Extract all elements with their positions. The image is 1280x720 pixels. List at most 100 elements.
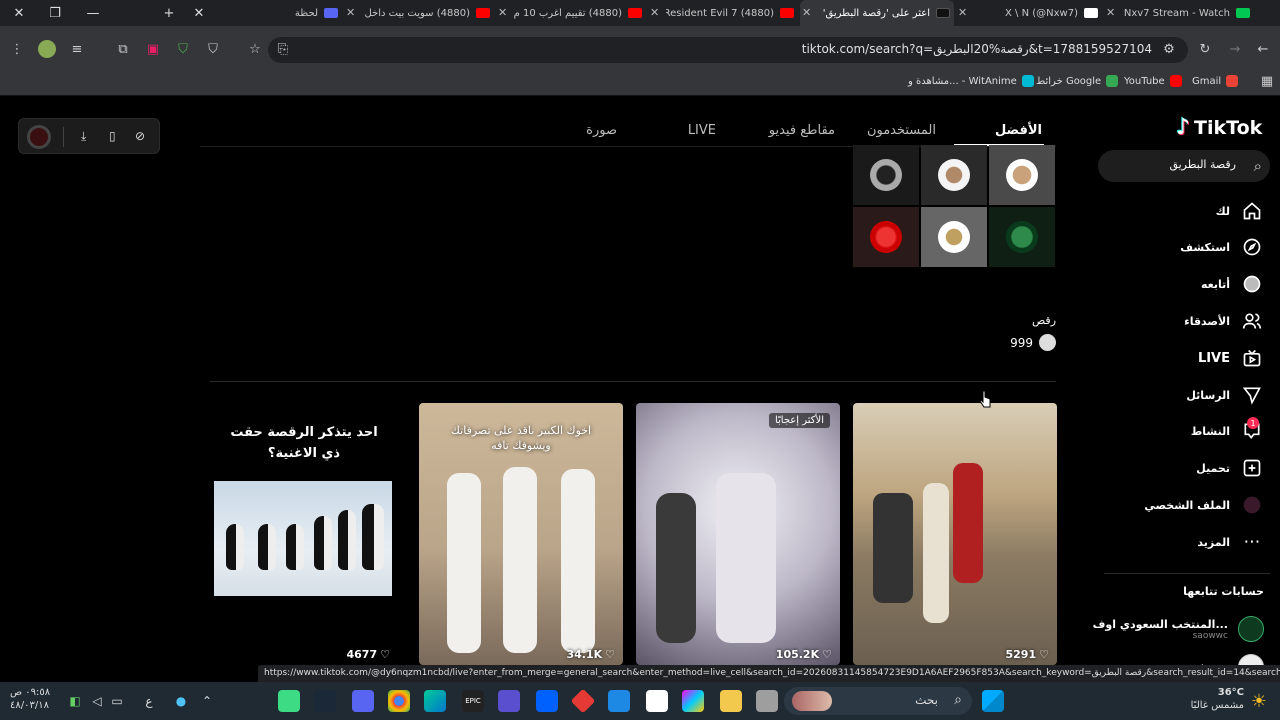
- reload-icon[interactable]: ↻: [1196, 40, 1214, 58]
- edge-icon[interactable]: [424, 690, 446, 712]
- address-url[interactable]: tiktok.com/search?q=رقصة%20البطريق&t=178…: [802, 42, 1152, 56]
- network-icon[interactable]: ▭: [106, 690, 128, 712]
- user-avatar-grid[interactable]: [853, 145, 1055, 267]
- bookmark-witanime[interactable]: مشاهدة و... - WitAnime: [908, 75, 1034, 87]
- following-account[interactable]: المنتخب السعودي اوف... saowwc: [1093, 611, 1264, 647]
- app-icon[interactable]: [608, 690, 630, 712]
- tab-close-icon[interactable]: ✕: [958, 6, 967, 19]
- tab-videos[interactable]: مقاطع فيديو: [769, 123, 835, 138]
- security-extension-icon[interactable]: ⛉: [204, 40, 222, 58]
- restore-window-button[interactable]: ❐: [36, 0, 74, 26]
- text-post-card[interactable]: احد يتذكر الرقصة حقت ذي الاغنية؟ 4677 ♡: [210, 403, 398, 665]
- video-card[interactable]: 5291 ♡: [853, 403, 1057, 665]
- video-card[interactable]: اخوك الكبير ناقد على تصرفاتك ويشوفك تافه…: [419, 403, 623, 665]
- tab-search-icon[interactable]: ≡: [68, 40, 86, 58]
- tab-youtube-top10[interactable]: ✕ (4880) تقييم أغرب 10 م: [496, 0, 646, 26]
- tiktok-logo[interactable]: ♪ TikTok: [1176, 115, 1262, 140]
- bookmark-google-maps[interactable]: خرائط Google: [1036, 75, 1119, 87]
- video-thumbnail: [853, 403, 1057, 665]
- tab-youtube-re7[interactable]: ✕ (4880) Resident Evil 7: [648, 0, 798, 26]
- minimize-window-button[interactable]: —: [74, 0, 112, 26]
- user-result-name[interactable]: رقص: [1032, 314, 1056, 327]
- bookmark-youtube[interactable]: YouTube: [1124, 75, 1182, 87]
- nav-label: لك: [1215, 204, 1230, 218]
- video-thumbnail: [636, 403, 840, 665]
- search-input[interactable]: [1116, 158, 1236, 171]
- profile-avatar[interactable]: [38, 40, 56, 58]
- bookmark-star-icon[interactable]: ☆: [246, 40, 264, 58]
- store-icon[interactable]: [646, 690, 668, 712]
- weather-widget[interactable]: 36°C مشمس غالبًا: [1191, 686, 1244, 712]
- extensions-icon[interactable]: ⧉: [114, 40, 132, 58]
- dropbox-icon[interactable]: [536, 690, 558, 712]
- tab-discord[interactable]: لحظة: [214, 0, 342, 26]
- nav-activity[interactable]: النشاط 1: [1104, 417, 1264, 444]
- tab-users[interactable]: المستخدمون: [867, 123, 936, 138]
- nav-explore[interactable]: استكشف: [1104, 234, 1264, 260]
- tab-live[interactable]: LIVE: [688, 123, 716, 138]
- like-count: 105.2K ♡: [776, 648, 832, 661]
- bookmark-gmail[interactable]: Gmail: [1192, 75, 1239, 87]
- nav-following[interactable]: أتابعه: [1104, 271, 1264, 297]
- tab-photos[interactable]: صورة: [586, 123, 617, 138]
- app-icon[interactable]: [278, 690, 300, 712]
- tab-close-icon[interactable]: ✕: [498, 6, 507, 19]
- download-icon[interactable]: ⤓: [81, 129, 86, 144]
- tab-close-icon[interactable]: ✕: [650, 6, 659, 19]
- most-liked-tag: الأكثر إعجابًا: [768, 413, 830, 428]
- epic-games-icon[interactable]: EPIC: [462, 690, 484, 712]
- tab-close-icon[interactable]: ✕: [802, 6, 811, 19]
- app-icon[interactable]: [756, 690, 778, 712]
- windows-start-icon[interactable]: [982, 690, 1004, 712]
- clock[interactable]: ٠٩:٥٨ ص ٤٨/٠٣/١٨: [10, 686, 50, 712]
- extension-icon[interactable]: ▣: [144, 40, 162, 58]
- volume-icon[interactable]: ◁: [86, 690, 108, 712]
- nav-for-you[interactable]: لك: [1104, 198, 1264, 224]
- like-count: 4677 ♡: [347, 648, 391, 661]
- search-icon[interactable]: ⌕: [1254, 157, 1262, 175]
- tab-close-icon[interactable]: ✕: [1106, 6, 1115, 19]
- input-language[interactable]: ع: [138, 690, 160, 712]
- tab-close-icon[interactable]: ✕: [346, 6, 355, 19]
- app-icon[interactable]: [570, 688, 596, 714]
- file-explorer-icon[interactable]: [720, 690, 742, 712]
- nav-live[interactable]: LIVE: [1104, 345, 1264, 371]
- tab-close-icon[interactable]: ✕: [180, 0, 218, 26]
- heart-icon: ♡: [605, 648, 615, 661]
- shield-icon[interactable]: ⛉: [174, 40, 192, 58]
- site-settings-icon[interactable]: ⚙: [1160, 40, 1178, 58]
- heart-icon: ♡: [822, 648, 832, 661]
- back-icon[interactable]: ←: [1254, 40, 1272, 58]
- nav-messages[interactable]: الرسائل: [1104, 382, 1264, 408]
- tab-tiktok-search[interactable]: ✕ اعثر على 'رقصة البطريق': [800, 0, 954, 26]
- nav-profile[interactable]: الملف الشخصي: [1104, 492, 1264, 518]
- record-button[interactable]: [27, 125, 51, 149]
- tab-top[interactable]: الأفضل: [995, 123, 1042, 138]
- microphone-icon[interactable]: ●: [170, 690, 192, 712]
- tab-nxv7[interactable]: ✕ Nxv7 Stream - Watch: [1104, 0, 1254, 26]
- steam-icon[interactable]: [314, 690, 336, 712]
- forward-icon[interactable]: →: [1226, 40, 1244, 58]
- person-figure: [561, 469, 595, 653]
- install-app-icon[interactable]: ⎘: [274, 40, 292, 58]
- app-icon[interactable]: [498, 690, 520, 712]
- tab-youtube-sweet[interactable]: ✕ (4880) سويت بيت داخل: [344, 0, 494, 26]
- taskbar-search[interactable]: بحث ⌕: [784, 687, 972, 715]
- close-window-button[interactable]: ✕: [0, 0, 38, 26]
- copilot-icon[interactable]: [682, 690, 704, 712]
- tray-chevron-icon[interactable]: ⌃: [196, 690, 218, 712]
- chrome-icon[interactable]: [388, 690, 410, 712]
- penguin-shape: [258, 524, 276, 570]
- phone-icon[interactable]: ▯: [109, 129, 116, 143]
- nav-more[interactable]: المزيد ⋯: [1104, 529, 1264, 555]
- search-box[interactable]: ⌕: [1098, 150, 1270, 182]
- discord-icon[interactable]: [352, 690, 374, 712]
- nav-upload[interactable]: تحميل: [1104, 455, 1264, 481]
- video-card[interactable]: الأكثر إعجابًا 105.2K ♡: [636, 403, 840, 665]
- menu-kebab-icon[interactable]: ⋮: [8, 40, 26, 58]
- tab-x[interactable]: ✕ X \ N (@Nxw7): [956, 0, 1102, 26]
- compass-icon[interactable]: ⊘: [135, 129, 145, 143]
- apps-grid-icon[interactable]: ▦: [1258, 72, 1276, 90]
- nav-friends[interactable]: الأصدقاء: [1104, 308, 1264, 334]
- controller-icon[interactable]: ◧: [64, 690, 86, 712]
